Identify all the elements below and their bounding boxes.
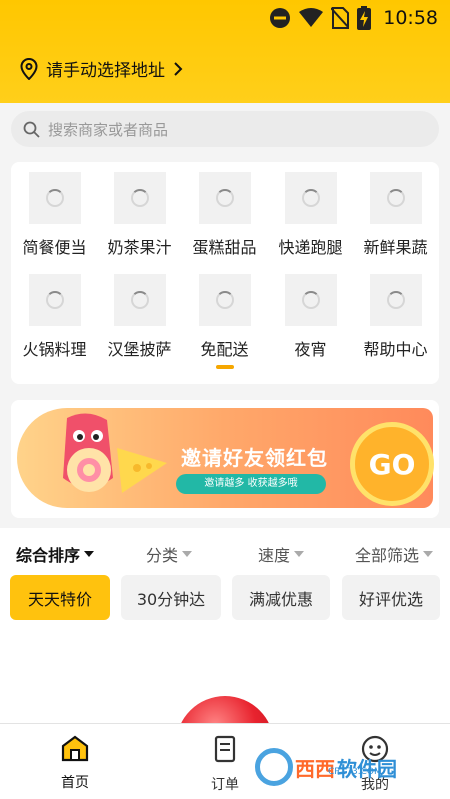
watermark-circle-icon: [255, 748, 293, 786]
loading-spinner-icon: [386, 291, 405, 309]
page-indicator: [216, 365, 234, 369]
filter-bar: 综合排序 分类 速度 全部筛选 天天特价 30分钟达 满减优惠 好评优选: [0, 528, 450, 638]
category-image: [28, 274, 81, 326]
banner-title: 邀请好友领红包: [181, 446, 328, 470]
category-label: 夜宵: [294, 340, 327, 359]
category-image: [198, 172, 251, 224]
caret-down-icon: [423, 551, 434, 557]
tab-home[interactable]: 首页: [35, 734, 115, 792]
category-label: 帮助中心: [363, 340, 428, 359]
chip-30min-delivery[interactable]: 30分钟达: [121, 575, 221, 620]
category-image: [113, 274, 166, 326]
loading-spinner-icon: [130, 189, 149, 207]
category-image: [284, 172, 337, 224]
caret-down-icon: [294, 551, 305, 557]
search-input[interactable]: 搜索商家或者商品: [11, 111, 439, 147]
category-item[interactable]: 蛋糕甜品: [182, 172, 267, 258]
watermark-url: CR173.COM: [328, 767, 382, 777]
sort-label: 综合排序: [16, 546, 81, 565]
chip-top-rated[interactable]: 好评优选: [342, 575, 440, 620]
category-label: 免配送: [200, 340, 249, 359]
sort-label: 速度: [258, 546, 291, 565]
loading-ball-icon: [176, 696, 274, 724]
search-icon: [23, 121, 40, 138]
tab-label: 首页: [61, 775, 89, 791]
category-grid: 简餐便当 奶茶果汁 蛋糕甜品 快递跑腿 新鲜果蔬 火锅料理 汉堡披萨 免配送 夜…: [11, 162, 439, 384]
sort-label: 全部筛选: [355, 546, 420, 565]
battery-charging-icon: [357, 6, 372, 30]
sort-label: 分类: [146, 546, 179, 565]
chevron-right-icon: [174, 61, 183, 76]
category-label: 蛋糕甜品: [192, 238, 257, 257]
sort-speed[interactable]: 速度: [258, 542, 305, 566]
status-bar: 10:58: [0, 0, 450, 36]
home-icon: [61, 735, 89, 762]
category-item[interactable]: 快递跑腿: [268, 172, 353, 258]
loading-spinner-icon: [45, 189, 64, 207]
monster-mascot-icon: [63, 413, 167, 493]
location-pin-icon: [20, 57, 38, 80]
loading-spinner-icon: [130, 291, 149, 309]
banner-subtitle: 邀请越多 收获越多哦: [176, 474, 326, 494]
no-sim-icon: [331, 7, 350, 29]
category-label: 奶茶果汁: [107, 238, 172, 257]
category-label: 简餐便当: [22, 238, 87, 257]
loading-spinner-icon: [301, 291, 320, 309]
category-label: 快递跑腿: [278, 238, 343, 257]
category-image: [369, 274, 422, 326]
tab-orders[interactable]: 订单: [185, 734, 265, 794]
wifi-icon: [299, 8, 324, 27]
store-list-area: [0, 638, 450, 724]
sort-comprehensive[interactable]: 综合排序: [16, 542, 95, 566]
category-item[interactable]: 免配送: [182, 274, 267, 360]
category-label: 汉堡披萨: [107, 340, 172, 359]
chip-daily-deal[interactable]: 天天特价: [10, 575, 110, 620]
go-button[interactable]: GO: [350, 422, 434, 506]
loading-spinner-icon: [301, 189, 320, 207]
location-label: 请手动选择地址: [46, 61, 165, 81]
loading-spinner-icon: [215, 189, 234, 207]
caret-down-icon: [84, 551, 95, 557]
status-time: 10:58: [383, 7, 438, 29]
category-label: 火锅料理: [22, 340, 87, 359]
category-item[interactable]: 帮助中心: [353, 274, 438, 360]
category-item[interactable]: 奶茶果汁: [97, 172, 182, 258]
chip-discount[interactable]: 满减优惠: [232, 575, 330, 620]
category-item[interactable]: 新鲜果蔬: [353, 172, 438, 258]
category-image: [369, 172, 422, 224]
sort-all-filters[interactable]: 全部筛选: [355, 542, 434, 566]
category-image: [28, 172, 81, 224]
category-item[interactable]: 简餐便当: [12, 172, 97, 258]
location-selector[interactable]: 请手动选择地址: [20, 56, 183, 81]
category-item[interactable]: 夜宵: [268, 274, 353, 360]
category-image: [198, 274, 251, 326]
loading-spinner-icon: [45, 291, 64, 309]
category-image: [284, 274, 337, 326]
sort-category[interactable]: 分类: [146, 542, 193, 566]
do-not-disturb-icon: [270, 8, 291, 28]
category-item[interactable]: 汉堡披萨: [97, 274, 182, 360]
loading-spinner-icon: [215, 291, 234, 309]
order-list-icon: [214, 735, 236, 763]
loading-spinner-icon: [386, 189, 405, 207]
tab-label: 订单: [211, 777, 239, 793]
search-placeholder: 搜索商家或者商品: [48, 120, 169, 139]
category-label: 新鲜果蔬: [363, 238, 428, 257]
category-item[interactable]: 火锅料理: [12, 274, 97, 360]
caret-down-icon: [182, 551, 193, 557]
category-image: [113, 172, 166, 224]
